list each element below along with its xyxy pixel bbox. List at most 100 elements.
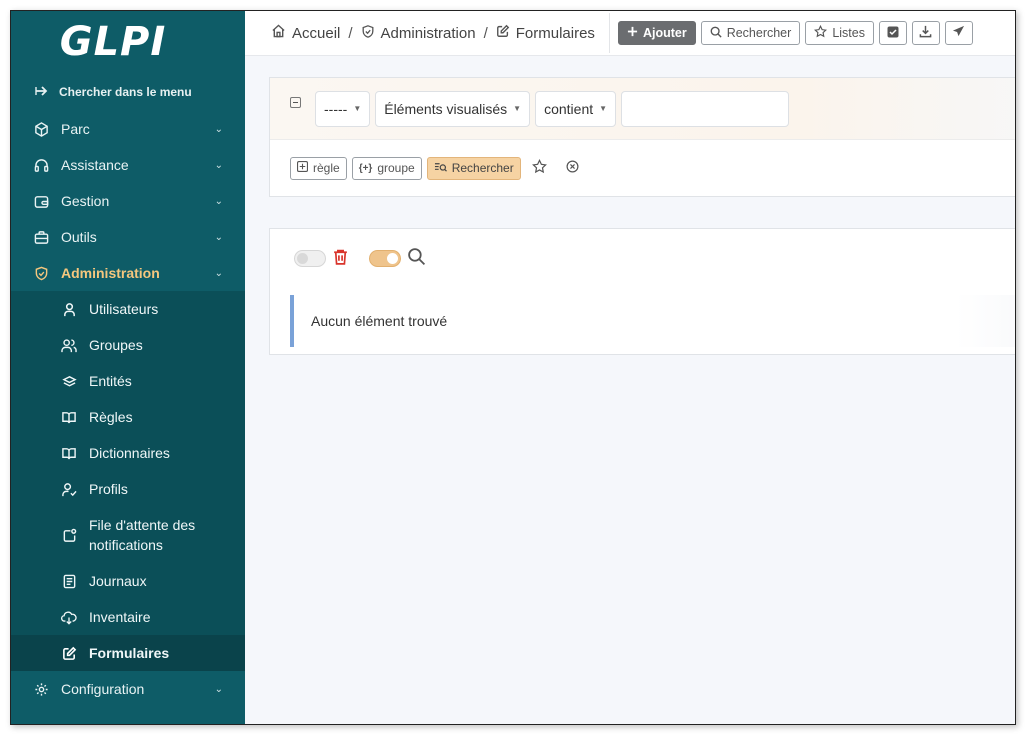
app-window: GLPI Chercher dans le menu Parc ⌄ Assist… (10, 10, 1016, 725)
field-select-value: ----- (324, 100, 348, 117)
sidebar-item-assistance[interactable]: Assistance ⌄ (11, 147, 245, 183)
sidebar-item-gestion[interactable]: Gestion ⌄ (11, 183, 245, 219)
collapse-criteria-icon[interactable] (290, 97, 301, 108)
operator-select[interactable]: contient ▼ (535, 90, 617, 127)
submenu-item-regles[interactable]: Règles (11, 399, 245, 435)
submenu-item-utilisateurs[interactable]: Utilisateurs (11, 291, 245, 327)
submenu-item-profils[interactable]: Profils (11, 471, 245, 507)
submenu-item-groupes[interactable]: Groupes (11, 327, 245, 363)
shield-check-icon (33, 265, 49, 281)
submenu-item-journaux[interactable]: Journaux (11, 563, 245, 599)
users-icon (61, 337, 77, 353)
chevron-down-icon: ⌄ (214, 683, 223, 695)
chevron-down-icon: ⌄ (214, 123, 223, 135)
submenu-item-label: Entités (89, 373, 132, 389)
sidebar-item-label: Assistance (61, 157, 129, 173)
shield-check-icon (361, 24, 375, 43)
caret-down-icon: ▼ (513, 104, 522, 113)
sidebar-item-label: Administration (61, 265, 160, 281)
chevron-down-icon: ⌄ (214, 195, 223, 207)
edit-icon (496, 24, 510, 42)
lists-button[interactable]: Listes (805, 21, 874, 45)
submenu-item-label: Dictionnaires (89, 445, 170, 461)
add-rule-button[interactable]: règle (290, 156, 347, 180)
send-icon (952, 25, 965, 41)
search-criteria-panel: ----- ▼ Éléments visualisés ▼ contient ▼… (269, 77, 1015, 197)
user-check-icon (61, 481, 77, 497)
breadcrumb-formulaires[interactable]: Formulaires (496, 24, 595, 42)
sidebar-item-label: Outils (61, 229, 97, 245)
sidebar-item-parc[interactable]: Parc ⌄ (11, 111, 245, 147)
criteria-actions: règle {+} groupe Rechercher (270, 140, 1015, 196)
type-select-value: Éléments visualisés (384, 100, 508, 117)
no-results-message: Aucun élément trouvé (311, 313, 448, 329)
sidebar-item-administration[interactable]: Administration ⌄ (11, 255, 245, 291)
submenu-item-inventaire[interactable]: Inventaire (11, 599, 245, 635)
submenu-item-label: File d'attente des notifications (89, 517, 196, 553)
submenu-item-notifications[interactable]: File d'attente des notifications (11, 507, 245, 563)
wallet-icon (33, 193, 49, 209)
reset-search-button[interactable] (559, 157, 587, 180)
sidebar-item-label: Configuration (61, 681, 145, 697)
caret-down-icon: ▼ (353, 104, 362, 113)
close-circle-icon (566, 160, 579, 176)
plus-icon (627, 26, 638, 40)
breadcrumb-home-label: Accueil (292, 24, 341, 42)
submenu-item-dictionnaires[interactable]: Dictionnaires (11, 435, 245, 471)
export-button[interactable] (911, 21, 940, 45)
massive-actions-toggle[interactable] (294, 249, 326, 267)
add-group-label: groupe (377, 161, 415, 175)
glpi-logo[interactable]: GLPI (11, 11, 245, 73)
add-group-button[interactable]: {+} groupe (351, 156, 422, 180)
add-button[interactable]: Ajouter (617, 21, 696, 45)
lists-button-label: Listes (832, 26, 865, 40)
search-toggle[interactable] (369, 249, 401, 267)
run-search-button[interactable]: Rechercher (426, 156, 521, 180)
stack-icon (61, 373, 77, 389)
add-button-label: Ajouter (642, 26, 687, 40)
criteria-row: ----- ▼ Éléments visualisés ▼ contient ▼ (270, 78, 1015, 140)
submenu-item-entites[interactable]: Entités (11, 363, 245, 399)
send-button[interactable] (944, 21, 973, 45)
box-icon (33, 121, 49, 137)
criteria-value-input[interactable] (621, 90, 790, 127)
type-select[interactable]: Éléments visualisés ▼ (375, 90, 531, 127)
sidebar-item-label: Parc (61, 121, 90, 137)
sidebar: GLPI Chercher dans le menu Parc ⌄ Assist… (11, 11, 245, 724)
no-results-alert: Aucun élément trouvé (290, 295, 1015, 347)
search-icon[interactable] (407, 247, 426, 269)
field-select[interactable]: ----- ▼ (315, 90, 371, 127)
sidebar-item-configuration[interactable]: Configuration ⌄ (11, 671, 245, 707)
menu-search-label: Chercher dans le menu (59, 85, 192, 99)
download-icon (919, 25, 932, 41)
breadcrumb-administration[interactable]: Administration (361, 24, 476, 43)
breadcrumb-home[interactable]: Accueil (271, 24, 340, 42)
trash-icon[interactable] (332, 248, 349, 269)
top-header: Accueil / Administration / Formulaires A… (245, 11, 1015, 56)
breadcrumb-separator: / (483, 24, 488, 42)
home-icon (271, 24, 286, 42)
add-rule-label: règle (313, 161, 340, 175)
edit-icon (61, 645, 77, 661)
sidebar-item-outils[interactable]: Outils ⌄ (11, 219, 245, 255)
search-button[interactable]: Rechercher (700, 21, 801, 45)
operator-select-value: contient (544, 100, 594, 117)
submenu-item-label: Profils (89, 481, 128, 497)
briefcase-icon (33, 229, 49, 245)
save-search-button[interactable] (526, 157, 554, 180)
log-icon (61, 573, 77, 589)
cloud-download-icon (61, 609, 77, 625)
checkbox-button[interactable] (878, 21, 907, 45)
submenu-item-label: Inventaire (89, 609, 151, 625)
menu-search-link[interactable]: Chercher dans le menu (11, 73, 245, 111)
search-icon (710, 26, 722, 41)
page-toolbar: Ajouter Rechercher Listes (617, 21, 973, 45)
run-search-label: Rechercher (451, 161, 514, 175)
star-icon (532, 158, 548, 177)
caret-down-icon: ▼ (599, 104, 608, 113)
submenu-item-formulaires[interactable]: Formulaires (11, 635, 245, 671)
gear-icon (33, 681, 49, 697)
submenu-item-label: Utilisateurs (89, 301, 159, 317)
logo-text: GLPI (59, 19, 167, 65)
notification-icon (61, 527, 77, 543)
